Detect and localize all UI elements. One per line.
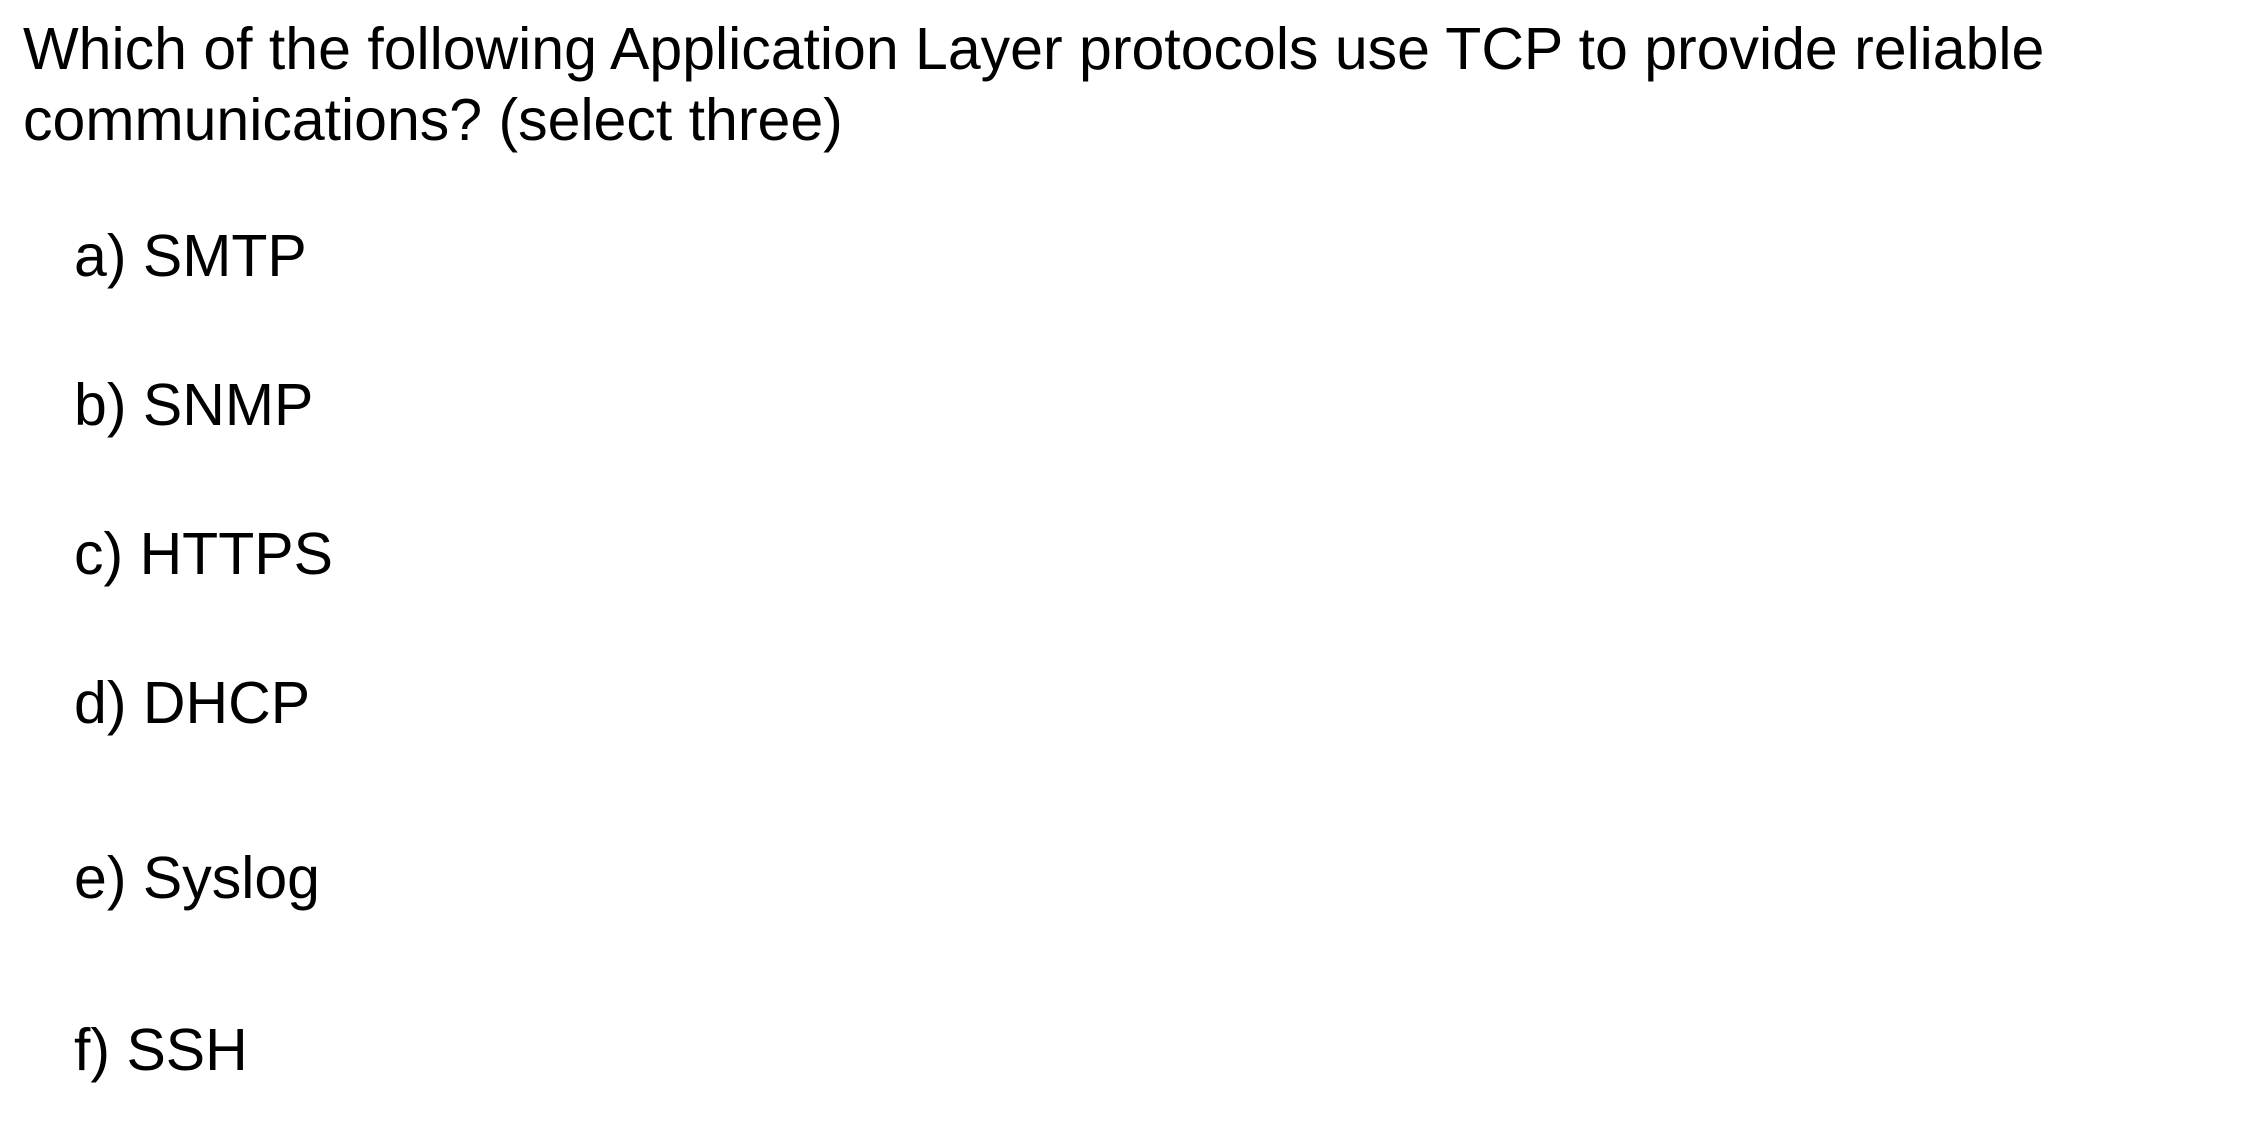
option-letter: d) xyxy=(74,670,127,736)
option-letter: c) xyxy=(74,521,124,587)
option-d[interactable]: d) DHCP xyxy=(74,668,310,739)
option-label: SSH xyxy=(126,1017,248,1083)
option-c[interactable]: c) HTTPS xyxy=(74,519,333,590)
option-f[interactable]: f) SSH xyxy=(74,1015,248,1086)
option-label: SNMP xyxy=(142,372,314,438)
option-letter: f) xyxy=(74,1017,111,1083)
option-a[interactable]: a) SMTP xyxy=(74,221,307,292)
option-label: SMTP xyxy=(142,223,307,289)
option-letter: b) xyxy=(74,372,127,438)
option-label: HTTPS xyxy=(139,521,333,587)
option-letter: a) xyxy=(74,223,127,289)
option-e[interactable]: e) Syslog xyxy=(74,843,320,914)
question-text: Which of the following Application Layer… xyxy=(23,16,2045,153)
option-letter: e) xyxy=(74,845,127,911)
option-b[interactable]: b) SNMP xyxy=(74,370,313,441)
option-label: Syslog xyxy=(142,845,320,911)
option-label: DHCP xyxy=(142,670,311,736)
